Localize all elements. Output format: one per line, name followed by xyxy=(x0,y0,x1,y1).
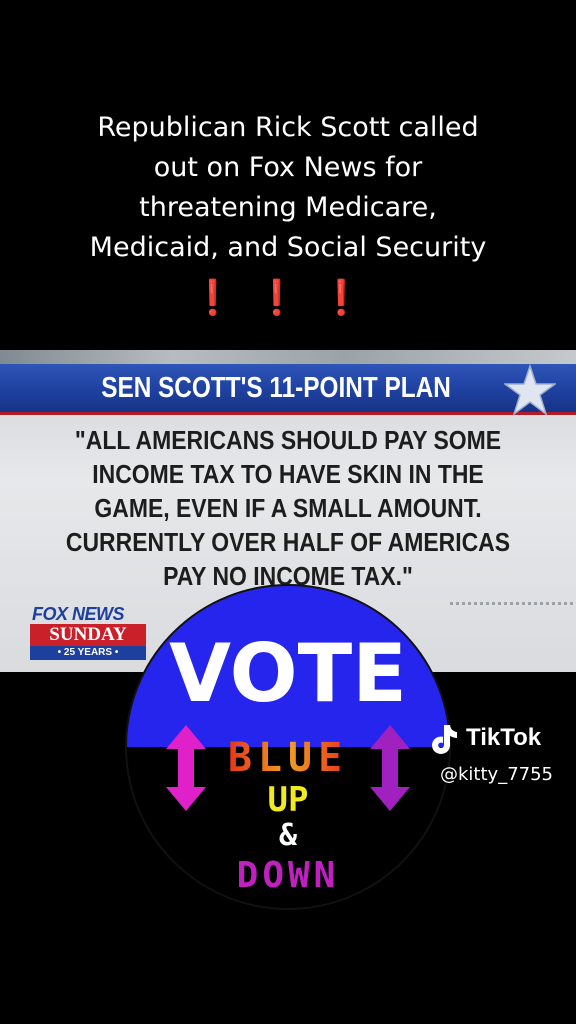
quote-text: "ALL AMERICANS SHOULD PAY SOME INCOME TA… xyxy=(0,424,576,594)
quote-line-3: GAME, EVEN IF A SMALL AMOUNT. xyxy=(94,495,482,523)
caption-line-3: threatening Medicare, xyxy=(139,192,437,223)
tiktok-watermark: TikTok xyxy=(426,722,541,754)
caption-line-1: Republican Rick Scott called xyxy=(97,112,479,143)
vote-blue-badge: VOTE BLUE UP & DOWN xyxy=(125,584,451,910)
ticker-dots xyxy=(450,602,576,605)
tiktok-note-icon xyxy=(432,725,457,754)
quote-line-4: CURRENTLY OVER HALF OF AMERICAS xyxy=(65,529,511,557)
quote-line-1: "ALL AMERICANS SHOULD PAY SOME xyxy=(74,427,502,455)
caption-line-4: Medicaid, and Social Security xyxy=(89,232,487,263)
video-caption: Republican Rick Scott called out on Fox … xyxy=(0,108,576,268)
badge-up-text: UP xyxy=(268,780,309,820)
star-icon xyxy=(504,364,556,416)
badge-vote-text: VOTE xyxy=(169,627,407,720)
tiktok-brand: TikTok xyxy=(466,724,542,751)
exclamation-marks: ❗❗❗ xyxy=(191,278,385,318)
quote-line-2: INCOME TAX TO HAVE SKIN IN THE xyxy=(92,461,484,489)
badge-blue-text: BLUE xyxy=(228,735,348,781)
headline-banner: SEN SCOTT'S 11-POINT PLAN xyxy=(0,364,576,416)
badge-and-text: & xyxy=(279,818,298,853)
studio-background xyxy=(0,350,576,364)
caption-line-2: out on Fox News for xyxy=(153,152,423,183)
badge-down-text: DOWN xyxy=(237,855,340,896)
logo-line-1: FOX NEWS xyxy=(32,604,125,624)
creator-handle: @kitty_7755 xyxy=(440,764,554,785)
banner-title: SEN SCOTT'S 11-POINT PLAN xyxy=(101,372,451,404)
